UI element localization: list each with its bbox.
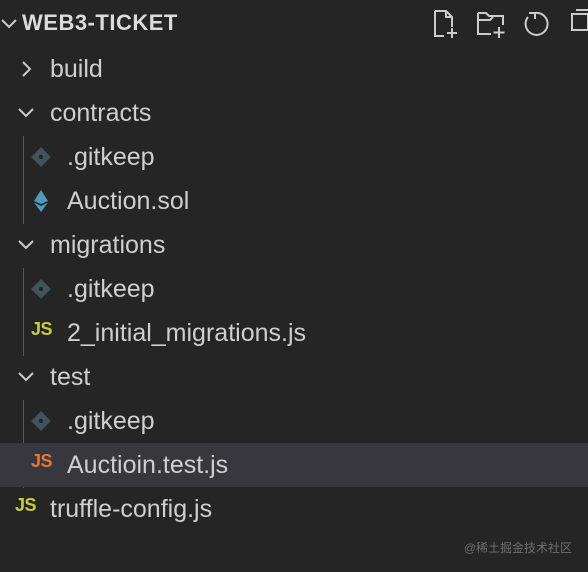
tree-item-label: Auctioin.test.js bbox=[67, 451, 229, 479]
tree-item-build[interactable]: build bbox=[0, 47, 588, 91]
tree-item-test[interactable]: test bbox=[0, 355, 588, 399]
tree-item-label: .gitkeep bbox=[67, 407, 155, 435]
collapse-all-icon[interactable] bbox=[568, 8, 588, 40]
git-icon bbox=[31, 411, 51, 431]
new-file-icon[interactable] bbox=[430, 8, 460, 40]
chevron-down-icon bbox=[18, 372, 34, 382]
js-icon: JS bbox=[31, 319, 53, 339]
tree-item-gitkeep[interactable]: .gitkeep bbox=[0, 399, 588, 443]
folder-title[interactable]: WEB3-TICKET bbox=[22, 10, 178, 36]
js-icon: JS bbox=[31, 451, 53, 471]
tree-item-label: test bbox=[50, 363, 91, 391]
tree-item-label: migrations bbox=[50, 231, 166, 259]
tree-item-initial-migrations[interactable]: JS 2_initial_migrations.js bbox=[0, 311, 588, 355]
ethereum-icon bbox=[34, 190, 48, 212]
chevron-down-icon bbox=[18, 108, 34, 118]
tree-item-gitkeep[interactable]: .gitkeep bbox=[0, 135, 588, 179]
refresh-icon[interactable] bbox=[520, 8, 550, 40]
tree-item-label: contracts bbox=[50, 99, 152, 127]
tree-item-migrations[interactable]: migrations bbox=[0, 223, 588, 267]
git-icon bbox=[31, 279, 51, 299]
tree-item-label: .gitkeep bbox=[67, 143, 155, 171]
chevron-down-icon bbox=[18, 240, 34, 250]
watermark: @稀土掘金技术社区 bbox=[463, 541, 572, 555]
explorer-header: WEB3-TICKET bbox=[0, 0, 588, 48]
tree-item-label: Auction.sol bbox=[67, 187, 190, 215]
tree-item-contracts[interactable]: contracts bbox=[0, 91, 588, 135]
git-icon bbox=[31, 147, 51, 167]
new-folder-icon[interactable] bbox=[475, 8, 505, 40]
tree-item-gitkeep[interactable]: .gitkeep bbox=[0, 267, 588, 311]
tree-item-label: build bbox=[50, 55, 103, 83]
tree-item-auction-test[interactable]: JS Auctioin.test.js bbox=[0, 443, 588, 487]
tree-item-label: 2_initial_migrations.js bbox=[67, 319, 307, 347]
tree-item-label: truffle-config.js bbox=[50, 495, 213, 523]
js-icon: JS bbox=[15, 495, 37, 515]
tree-item-label: .gitkeep bbox=[67, 275, 155, 303]
chevron-down-icon[interactable] bbox=[0, 14, 18, 34]
chevron-right-icon bbox=[22, 61, 32, 77]
tree-item-truffle-config[interactable]: JS truffle-config.js bbox=[0, 487, 588, 531]
tree-item-auction-sol[interactable]: Auction.sol bbox=[0, 179, 588, 223]
